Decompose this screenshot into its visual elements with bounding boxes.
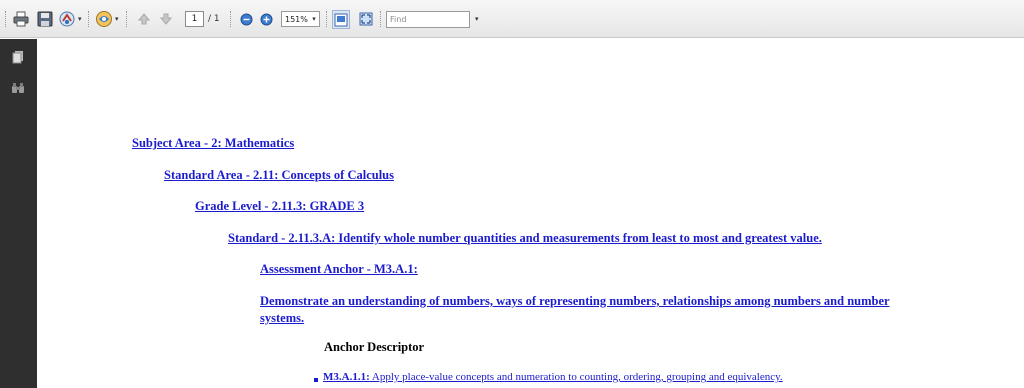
fit-page-icon [334,13,348,26]
descriptor-code: M3.A.1.1: [323,371,370,383]
toolbar: ▾ ▾ 1 / 1 151% ▾ Find ▾ [0,0,1024,38]
toolbar-separator [88,11,89,27]
print-button[interactable] [12,9,30,29]
pages-icon [12,51,23,64]
toolbar-separator [126,11,127,27]
zoom-in-button[interactable] [258,9,274,29]
toolbar-separator [230,11,231,27]
share-icon [59,11,75,27]
collaborate-icon [96,11,112,27]
standard-link[interactable]: Standard - 2.11.3.A: Identify whole numb… [228,231,822,246]
full-screen-icon [359,12,373,26]
share-dropdown-icon[interactable]: ▾ [78,15,82,23]
grade-level-link[interactable]: Grade Level - 2.11.3: GRADE 3 [195,199,364,214]
toolbar-separator [380,11,381,27]
chevron-down-icon: ▾ [312,15,316,23]
next-page-icon [159,13,173,25]
zoom-out-button[interactable] [238,9,254,29]
save-button[interactable] [36,9,54,29]
pages-panel-button[interactable] [11,49,25,64]
subject-area-link[interactable]: Subject Area - 2: Mathematics [132,136,294,151]
descriptor-text: Apply place-value concepts and numeratio… [369,371,783,383]
toolbar-grip [5,11,6,27]
binoculars-icon [12,83,24,93]
zoom-in-icon [260,13,272,25]
share-button[interactable] [58,9,76,29]
descriptor-item-link[interactable]: M3.A.1.1: Apply place-value concepts and… [323,371,783,383]
previous-page-icon [137,13,151,25]
collaborate-dropdown-icon[interactable]: ▾ [115,15,119,23]
navigation-pane [0,39,37,388]
bullet-icon [314,378,318,382]
zoom-value: 151% [285,14,308,24]
print-icon [13,11,29,27]
full-screen-button[interactable] [358,9,374,29]
find-panel-button[interactable] [11,80,25,94]
document-page: Subject Area - 2: Mathematics Standard A… [37,39,1024,388]
demonstrate-link[interactable]: Demonstrate an understanding of numbers,… [260,293,920,327]
collaborate-button[interactable] [94,9,114,29]
save-icon [37,11,53,27]
find-dropdown-icon[interactable]: ▾ [475,15,479,23]
find-input[interactable]: Find [386,11,470,28]
page-number-input[interactable]: 1 [185,11,204,27]
previous-page-button[interactable] [136,9,152,29]
assessment-anchor-link[interactable]: Assessment Anchor - M3.A.1: [260,262,418,277]
fit-page-button[interactable] [332,10,350,29]
anchor-descriptor-heading: Anchor Descriptor [324,340,425,354]
page-total: / 1 [208,14,220,24]
standard-area-link[interactable]: Standard Area - 2.11: Concepts of Calcul… [164,168,394,183]
next-page-button[interactable] [158,9,174,29]
toolbar-separator [326,11,327,27]
zoom-out-icon [240,13,252,25]
zoom-select[interactable]: 151% ▾ [281,11,320,27]
